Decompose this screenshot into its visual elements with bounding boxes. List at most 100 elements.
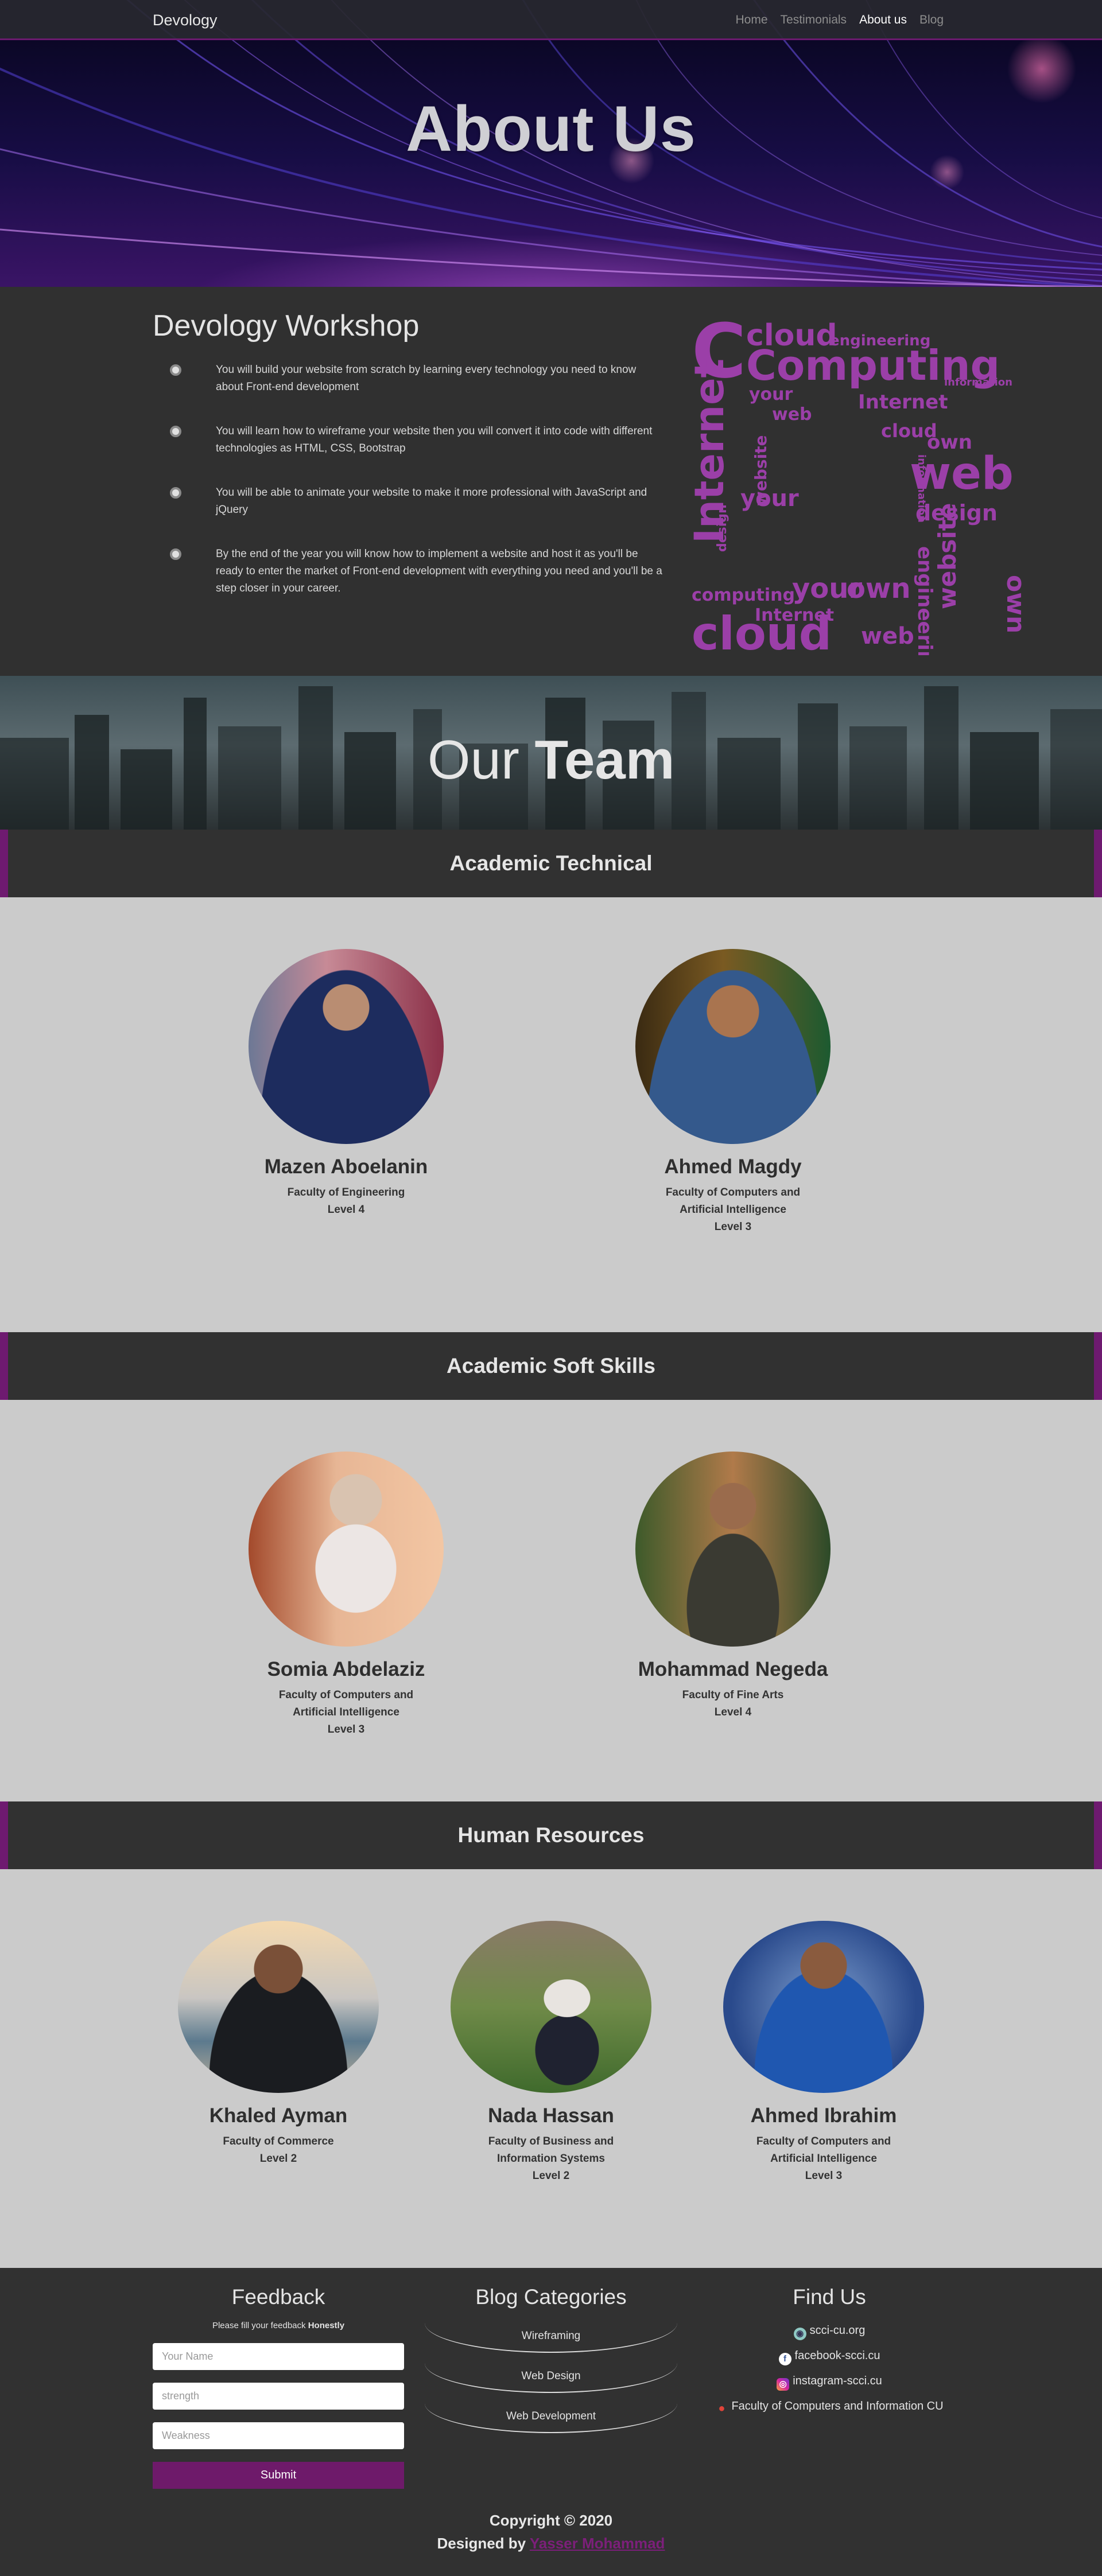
svg-text:web: web xyxy=(772,404,812,425)
category-web-design[interactable]: Web Design xyxy=(425,2363,677,2393)
svg-text:Internet: Internet xyxy=(858,391,948,414)
facebook-icon: f xyxy=(778,2353,791,2365)
website-link[interactable]: ◉ scci-cu.org xyxy=(715,2324,944,2340)
svg-text:engineering: engineering xyxy=(913,546,936,655)
category-wireframing[interactable]: Wireframing xyxy=(425,2323,677,2353)
svg-text:own: own xyxy=(1001,575,1022,633)
team-member-card: Ahmed Magdy Faculty of Computers and Art… xyxy=(635,949,831,1236)
nav-menu: Home Testimonials About us Blog xyxy=(735,13,944,27)
navbar: Devology Home Testimonials About us Blog xyxy=(0,0,1102,40)
member-name: Mazen Aboelanin xyxy=(264,1155,428,1178)
avatar xyxy=(635,949,831,1144)
member-faculty: Faculty of Computers and Artificial Inte… xyxy=(278,1689,414,1718)
copyright: Copyright © 2020 Designed by Yasser Moha… xyxy=(437,2512,665,2552)
workshop-title: Devology Workshop xyxy=(153,309,420,343)
avatar xyxy=(249,1452,444,1647)
avatar xyxy=(451,1921,651,2093)
list-item: You will be able to animate your website… xyxy=(153,484,663,519)
list-item: By the end of the year you will know how… xyxy=(153,546,663,597)
member-name: Somia Abdelaziz xyxy=(267,1658,425,1680)
svg-text:information: information xyxy=(944,376,1012,388)
member-faculty: Faculty of Computers and Artificial Inte… xyxy=(756,2135,891,2165)
academic-technical-members: Mazen Aboelanin Faculty of Engineering L… xyxy=(0,897,1102,1332)
instagram-link[interactable]: ◎ instagram-scci.cu xyxy=(715,2375,944,2391)
team-title: Our Team xyxy=(427,729,675,791)
feedback-form: Feedback Please fill your feedback Hones… xyxy=(153,2285,404,2489)
member-name: Ahmed Magdy xyxy=(664,1155,802,1178)
nav-item-home[interactable]: Home xyxy=(735,13,767,26)
feedback-note: Please fill your feedback Honestly xyxy=(212,2321,345,2330)
member-faculty: Faculty of Fine Arts xyxy=(682,1689,784,1701)
bullet-icon xyxy=(170,487,181,499)
member-name: Mohammad Negeda xyxy=(638,1658,828,1680)
list-item: You will learn how to wireframe your web… xyxy=(153,423,663,457)
blog-categories-title: Blog Categories xyxy=(475,2285,627,2309)
name-input[interactable] xyxy=(153,2343,404,2370)
web-icon: ◉ xyxy=(793,2328,806,2340)
member-level: Level 4 xyxy=(327,1204,365,1216)
svg-text:website: website xyxy=(933,503,961,609)
svg-text:own: own xyxy=(847,573,911,605)
svg-text:web: web xyxy=(861,623,914,649)
svg-text:design: design xyxy=(715,504,730,552)
location-link[interactable]: ● Faculty of Computers and Information CU xyxy=(715,2400,944,2415)
avatar xyxy=(723,1921,924,2093)
strength-input[interactable] xyxy=(153,2383,404,2410)
academic-soft-skills-members: Somia Abdelaziz Faculty of Computers and… xyxy=(0,1400,1102,1801)
member-level: Level 2 xyxy=(532,2170,570,2182)
location-pin-icon: ● xyxy=(718,2402,725,2415)
member-level: Level 3 xyxy=(805,2170,843,2182)
member-name: Nada Hassan xyxy=(488,2104,614,2127)
workshop-points: You will build your website from scratch… xyxy=(153,361,663,624)
designer-link[interactable]: Yasser Mohammad xyxy=(530,2535,665,2552)
bullet-icon xyxy=(170,426,181,437)
member-faculty: Faculty of Commerce xyxy=(223,2135,334,2147)
svg-text:information: information xyxy=(915,454,928,523)
member-faculty: Faculty of Business and Information Syst… xyxy=(488,2135,614,2165)
team-member-card: Nada Hassan Faculty of Business and Info… xyxy=(451,1921,651,2185)
category-web-development[interactable]: Web Development xyxy=(425,2403,677,2433)
member-level: Level 3 xyxy=(327,1723,365,1736)
member-level: Level 2 xyxy=(259,2153,297,2165)
member-faculty: Faculty of Computers and Artificial Inte… xyxy=(665,1186,801,1216)
workshop-section: Devology Workshop You will build your we… xyxy=(0,287,1102,676)
list-item: You will build your website from scratch… xyxy=(153,361,663,396)
facebook-link[interactable]: f facebook-scci.cu xyxy=(715,2349,944,2365)
find-us: Find Us ◉ scci-cu.org f facebook-scci.cu ◎… xyxy=(715,2285,944,2415)
svg-text:engineering: engineering xyxy=(829,332,930,349)
avatar xyxy=(178,1921,379,2093)
svg-text:computing: computing xyxy=(692,585,795,605)
team-banner: Our Team xyxy=(0,676,1102,830)
nav-item-blog[interactable]: Blog xyxy=(919,13,944,26)
find-us-title: Find Us xyxy=(793,2285,866,2309)
bullet-icon xyxy=(170,548,181,560)
svg-text:your: your xyxy=(740,485,799,512)
human-resources-members: Khaled Ayman Faculty of Commerce Level 2… xyxy=(0,1869,1102,2268)
svg-text:Internet: Internet xyxy=(755,605,834,625)
nav-item-about-us[interactable]: About us xyxy=(859,13,907,26)
nav-item-testimonials[interactable]: Testimonials xyxy=(781,13,847,26)
section-header-human-resources: Human Resources xyxy=(0,1801,1102,1869)
footer: Feedback Please fill your feedback Hones… xyxy=(0,2268,1102,2576)
svg-text:your: your xyxy=(749,384,793,404)
brand-logo[interactable]: Devology xyxy=(153,11,218,29)
team-member-card: Mazen Aboelanin Faculty of Engineering L… xyxy=(249,949,444,1219)
bullet-icon xyxy=(170,364,181,376)
weakness-input[interactable] xyxy=(153,2422,404,2449)
submit-button[interactable]: Submit xyxy=(153,2462,404,2489)
member-name: Khaled Ayman xyxy=(209,2104,348,2127)
svg-text:cloud: cloud xyxy=(881,420,937,442)
member-faculty: Faculty of Engineering xyxy=(287,1186,405,1198)
avatar xyxy=(249,949,444,1144)
member-level: Level 3 xyxy=(714,1221,752,1233)
team-member-card: Mohammad Negeda Faculty of Fine Arts Lev… xyxy=(635,1452,831,1721)
blog-categories: Blog Categories Wireframing Web Design W… xyxy=(425,2285,677,2433)
section-header-academic-technical: Academic Technical xyxy=(0,830,1102,897)
member-name: Ahmed Ibrahim xyxy=(750,2104,897,2127)
page-title: About Us xyxy=(406,93,696,165)
team-member-card: Somia Abdelaziz Faculty of Computers and… xyxy=(249,1452,444,1738)
section-header-academic-soft-skills: Academic Soft Skills xyxy=(0,1332,1102,1400)
feedback-title: Feedback xyxy=(231,2285,325,2309)
team-member-card: Ahmed Ibrahim Faculty of Computers and A… xyxy=(723,1921,924,2185)
member-level: Level 4 xyxy=(714,1706,752,1718)
